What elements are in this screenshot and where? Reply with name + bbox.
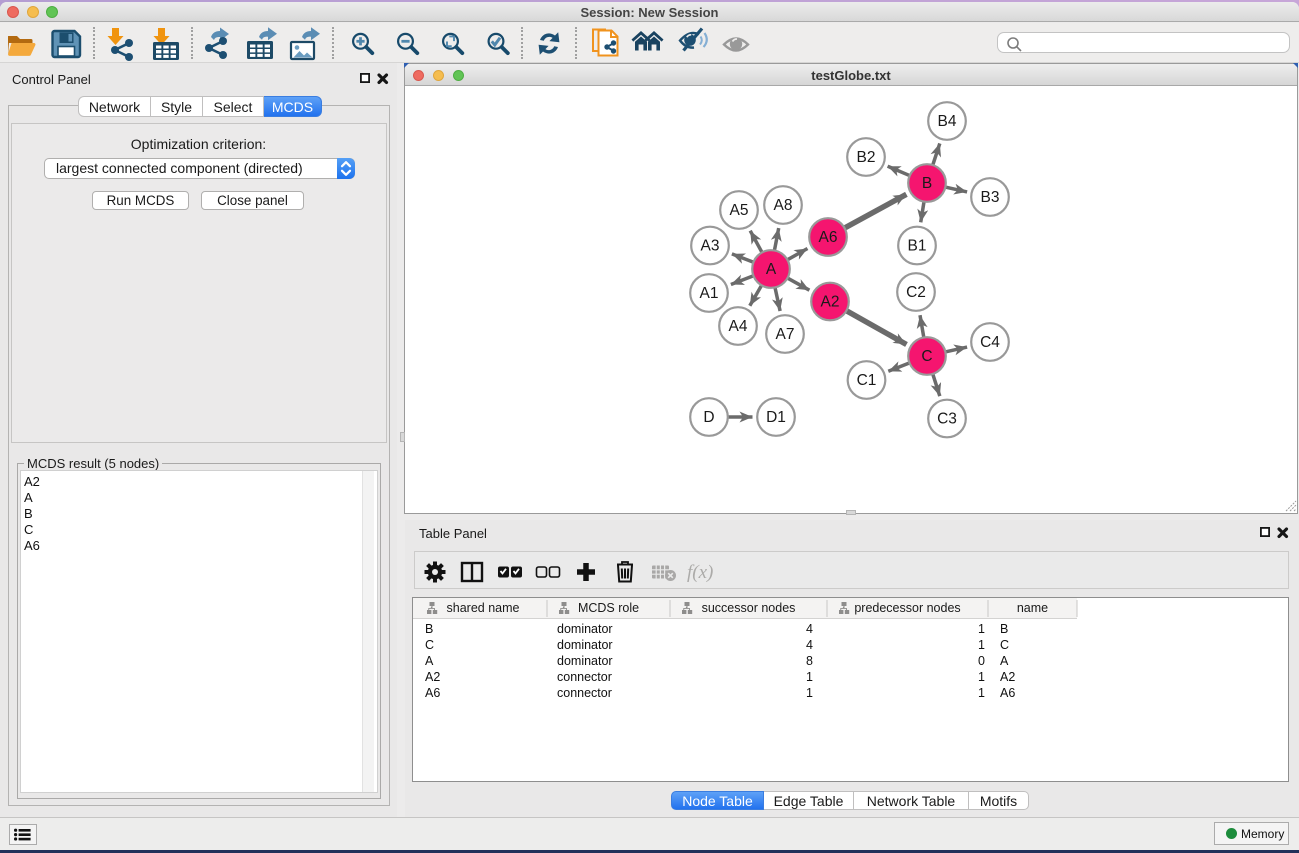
svg-text:D: D — [703, 409, 714, 426]
svg-text:B: B — [922, 175, 932, 192]
svg-text:A7: A7 — [776, 326, 795, 343]
svg-text:B1: B1 — [908, 238, 927, 255]
svg-text:f(x): f(x) — [687, 562, 713, 583]
svg-text:D1: D1 — [766, 409, 786, 426]
svg-text:C3: C3 — [937, 411, 957, 428]
svg-text:A1: A1 — [700, 285, 719, 302]
svg-text:A8: A8 — [774, 197, 793, 214]
svg-text:A: A — [766, 261, 777, 278]
svg-text:A2: A2 — [821, 294, 840, 311]
svg-text:B3: B3 — [981, 189, 1000, 206]
svg-text:B2: B2 — [857, 149, 876, 166]
svg-text:A4: A4 — [729, 318, 748, 335]
svg-text:C1: C1 — [857, 372, 877, 389]
svg-text:B4: B4 — [938, 113, 957, 130]
svg-text:C2: C2 — [906, 284, 926, 301]
svg-text:C4: C4 — [980, 334, 1000, 351]
svg-text:A6: A6 — [819, 229, 838, 246]
svg-text:A5: A5 — [730, 202, 749, 219]
svg-text:C: C — [921, 348, 932, 365]
svg-text:A3: A3 — [701, 238, 720, 255]
